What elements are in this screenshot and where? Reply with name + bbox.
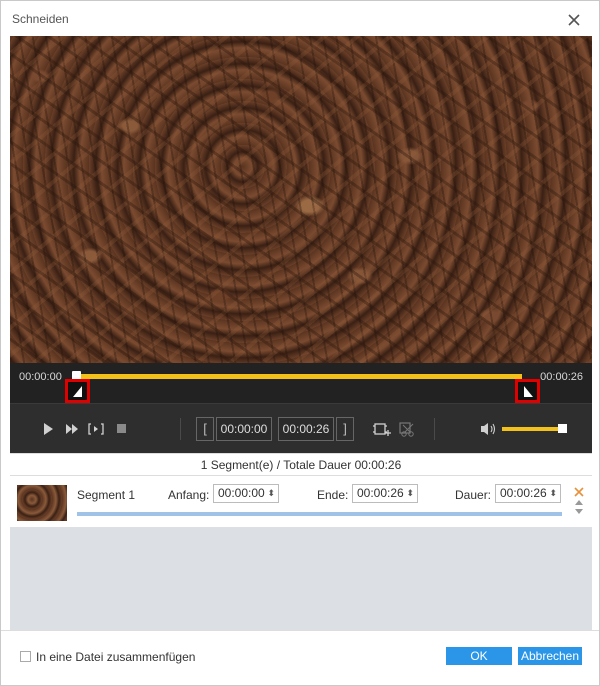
split-segment-icon[interactable] — [398, 420, 416, 438]
segment-end-spinbox[interactable]: 00:00:26 ⬍ — [352, 484, 418, 503]
segment-start-spinbox[interactable]: 00:00:00 ⬍ — [213, 484, 279, 503]
cut-dialog: Schneiden 00:00:00 00:00:26 [00:00:00 0… — [0, 0, 600, 686]
controls-divider — [180, 418, 181, 440]
trim-end-handle[interactable] — [515, 379, 540, 403]
trim-timeline: 00:00:00 00:00:26 — [10, 363, 592, 403]
dialog-title: Schneiden — [12, 12, 69, 26]
next-frame-icon[interactable] — [88, 421, 104, 437]
move-up-icon[interactable] — [575, 500, 583, 505]
merge-checkbox-label: In eine Datei zusammenfügen — [36, 650, 196, 664]
segment-end-label: Ende: — [317, 488, 349, 502]
fast-forward-icon[interactable] — [64, 421, 80, 437]
set-end-bracket-icon[interactable]: ] — [336, 417, 354, 441]
cancel-button[interactable]: Abbrechen — [518, 647, 582, 665]
stop-icon[interactable] — [114, 421, 130, 437]
segment-row[interactable]: Segment 1 Anfang: 00:00:00 ⬍ Ende: 00:00… — [10, 476, 592, 528]
add-segment-icon[interactable] — [373, 420, 391, 438]
volume-slider[interactable] — [502, 427, 560, 431]
segment-name: Segment 1 — [77, 488, 136, 502]
segment-duration-spinbox[interactable]: 00:00:26 ⬍ — [495, 484, 561, 503]
timeline-start-time: 00:00:00 — [19, 371, 62, 383]
timeline-track[interactable] — [76, 374, 522, 379]
merge-checkbox[interactable] — [20, 651, 31, 662]
trim-start-handle-icon — [73, 386, 82, 397]
move-down-icon[interactable] — [575, 509, 583, 514]
play-icon[interactable] — [40, 421, 56, 437]
segment-progress-bar — [77, 512, 562, 516]
segment-summary: 1 Segment(e) / Totale Dauer 00:00:26 — [10, 453, 592, 476]
title-bar: Schneiden — [1, 1, 599, 35]
ok-button[interactable]: OK — [446, 647, 512, 665]
delete-segment-icon[interactable] — [574, 487, 584, 497]
segment-duration-label: Dauer: — [455, 488, 492, 502]
segment-start-value: 00:00:00 — [218, 486, 265, 500]
controls-divider — [434, 418, 435, 440]
trim-end-handle-icon — [524, 386, 533, 397]
timeline-end-time: 00:00:26 — [540, 371, 583, 383]
video-preview — [10, 36, 592, 363]
spinner-arrows-icon[interactable]: ⬍ — [267, 485, 275, 502]
segment-thumbnail — [17, 485, 67, 521]
trim-start-handle[interactable] — [65, 379, 90, 403]
set-start-bracket-icon[interactable]: [ — [196, 417, 214, 441]
segment-end-value: 00:00:26 — [357, 486, 404, 500]
close-icon[interactable] — [567, 13, 581, 27]
start-time-field[interactable]: 00:00:00 — [216, 417, 272, 441]
segment-start-label: Anfang: — [168, 488, 210, 502]
spinner-arrows-icon[interactable]: ⬍ — [406, 485, 414, 502]
end-time-field[interactable]: 00:00:26 — [278, 417, 334, 441]
dialog-footer: In eine Datei zusammenfügen OK Abbrechen — [1, 630, 599, 685]
segment-duration-value: 00:00:26 — [500, 486, 547, 500]
spinner-arrows-icon[interactable]: ⬍ — [549, 485, 557, 502]
playback-controls: [ 00:00:00 00:00:26 ] — [10, 403, 592, 453]
segment-list: Segment 1 Anfang: 00:00:00 ⬍ Ende: 00:00… — [10, 476, 592, 630]
video-frame — [10, 36, 592, 363]
volume-icon[interactable] — [480, 421, 498, 437]
volume-slider-knob[interactable] — [558, 424, 567, 433]
